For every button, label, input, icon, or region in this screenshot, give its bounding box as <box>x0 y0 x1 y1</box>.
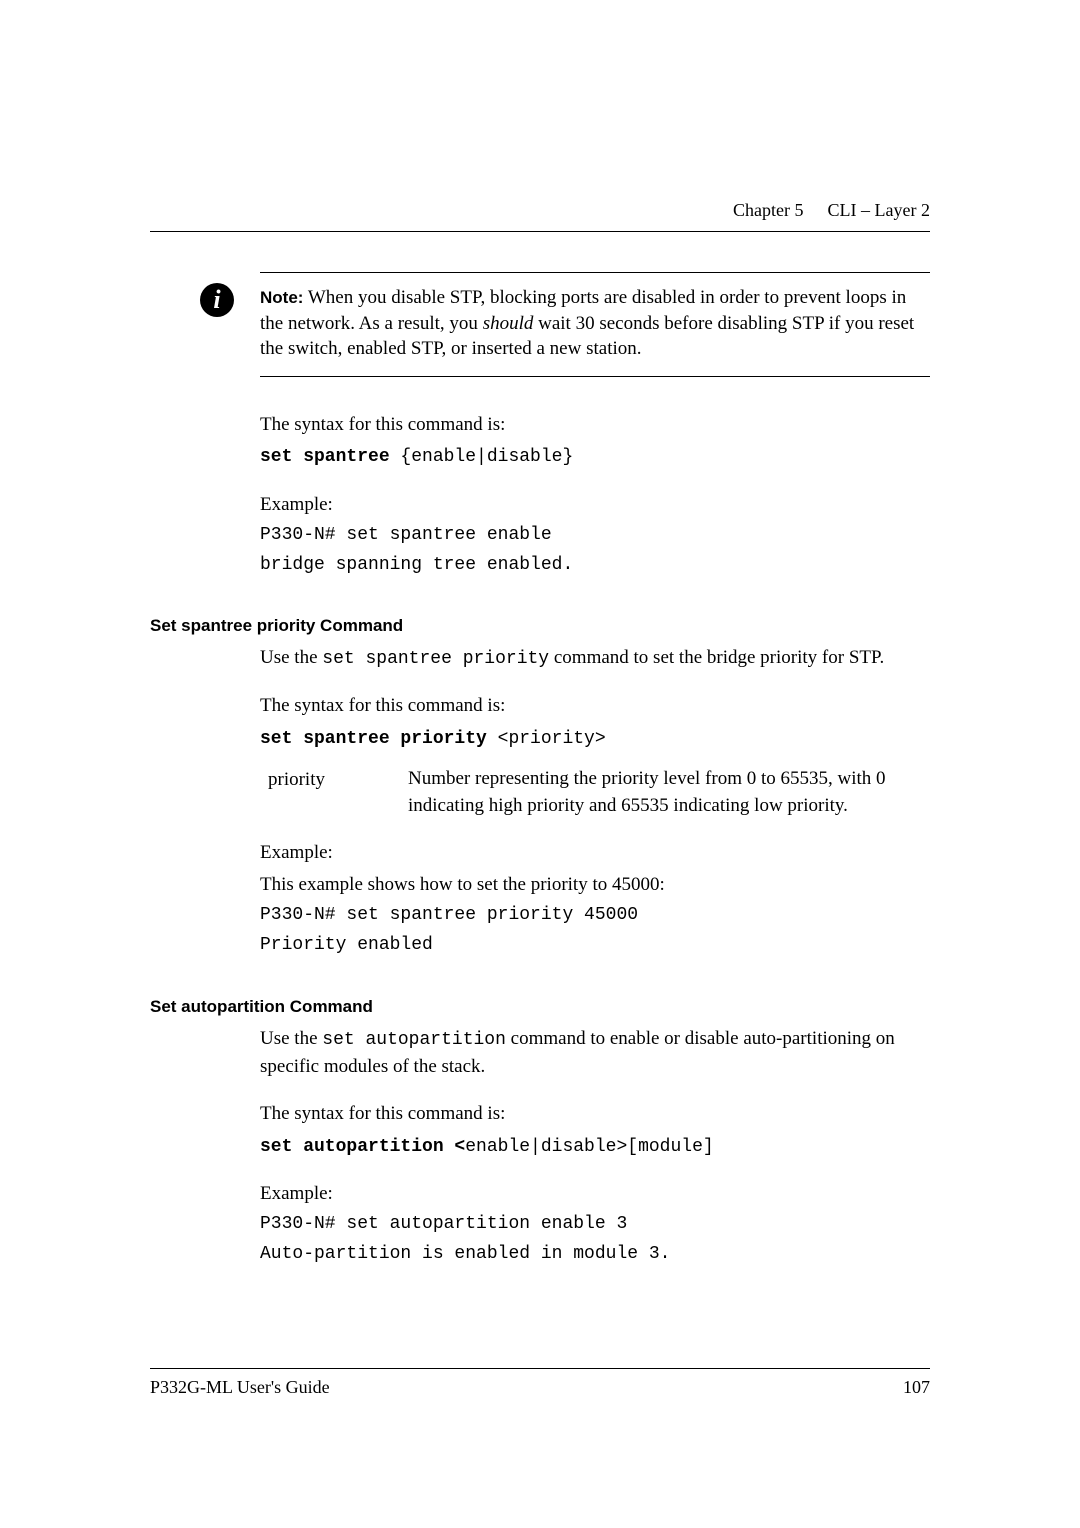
autopartition-syntax-block: The syntax for this command is: set auto… <box>260 1100 930 1160</box>
example-line2: Priority enabled <box>260 932 930 958</box>
example-intro: This example shows how to set the priori… <box>260 871 930 899</box>
priority-example-block: Example: This example shows how to set t… <box>260 839 930 958</box>
header-chapter: Chapter 5 <box>733 200 803 221</box>
priority-use-line: Use the set spantree priority command to… <box>260 644 930 672</box>
example-line2: bridge spanning tree enabled. <box>260 552 930 578</box>
syntax-line: set spantree priority <priority> <box>260 724 930 752</box>
cmd-rest: {enable|disable} <box>390 447 574 467</box>
footer-rule <box>150 1368 930 1369</box>
page-header: Chapter 5 CLI – Layer 2 <box>150 200 930 221</box>
syntax-line: set spantree {enable|disable} <box>260 442 930 470</box>
priority-use-block: Use the set spantree priority command to… <box>260 644 930 672</box>
footer-page-number: 107 <box>903 1377 930 1398</box>
syntax-intro: The syntax for this command is: <box>260 692 930 720</box>
priority-syntax-block: The syntax for this command is: set span… <box>260 692 930 819</box>
example-line1: P330-N# set autopartition enable 3 <box>260 1211 930 1237</box>
footer-guide: P332G-ML User's Guide <box>150 1377 330 1398</box>
example-line1: P330-N# set spantree enable <box>260 522 930 548</box>
use-pre: Use the <box>260 647 322 668</box>
autopartition-use-block: Use the set autopartition command to ena… <box>260 1025 930 1081</box>
note-label: Note: <box>260 288 303 307</box>
note-should: should <box>483 313 534 334</box>
example-line1: P330-N# set spantree priority 45000 <box>260 902 930 928</box>
cmd-rest: enable|disable>[module] <box>465 1137 713 1157</box>
note-text: Note: When you disable STP, blocking por… <box>260 285 930 362</box>
spantree-example-block: Example: P330-N# set spantree enable bri… <box>260 491 930 579</box>
syntax-line: set autopartition <enable|disable>[modul… <box>260 1132 930 1160</box>
section-heading-priority: Set spantree priority Command <box>150 616 930 636</box>
example-label: Example: <box>260 839 930 867</box>
use-post: command to set the bridge priority for S… <box>549 647 884 668</box>
cmd-bold: set autopartition < <box>260 1137 465 1157</box>
use-cmd: set spantree priority <box>322 649 549 669</box>
example-line2: Auto-partition is enabled in module 3. <box>260 1241 930 1267</box>
param-desc: Number representing the priority level f… <box>408 766 930 819</box>
header-rule <box>150 231 930 232</box>
cmd-rest: <priority> <box>498 729 606 749</box>
example-label: Example: <box>260 491 930 519</box>
syntax-intro: The syntax for this command is: <box>260 1100 930 1128</box>
info-icon: i <box>200 283 234 317</box>
section-heading-autopartition: Set autopartition Command <box>150 997 930 1017</box>
cmd-bold: set spantree priority <box>260 729 498 749</box>
page-footer: P332G-ML User's Guide 107 <box>150 1368 930 1398</box>
spantree-syntax-block: The syntax for this command is: set span… <box>260 411 930 471</box>
example-label: Example: <box>260 1180 930 1208</box>
syntax-intro: The syntax for this command is: <box>260 411 930 439</box>
use-cmd: set autopartition <box>322 1030 506 1050</box>
use-pre: Use the <box>260 1028 322 1049</box>
header-title: CLI – Layer 2 <box>828 200 930 221</box>
param-name: priority <box>268 766 348 819</box>
param-row: priority Number representing the priorit… <box>268 766 930 819</box>
autopartition-example-block: Example: P330-N# set autopartition enabl… <box>260 1180 930 1268</box>
note-block: i Note: When you disable STP, blocking p… <box>260 272 930 377</box>
cmd-bold: set spantree <box>260 447 390 467</box>
autopartition-use-line: Use the set autopartition command to ena… <box>260 1025 930 1081</box>
